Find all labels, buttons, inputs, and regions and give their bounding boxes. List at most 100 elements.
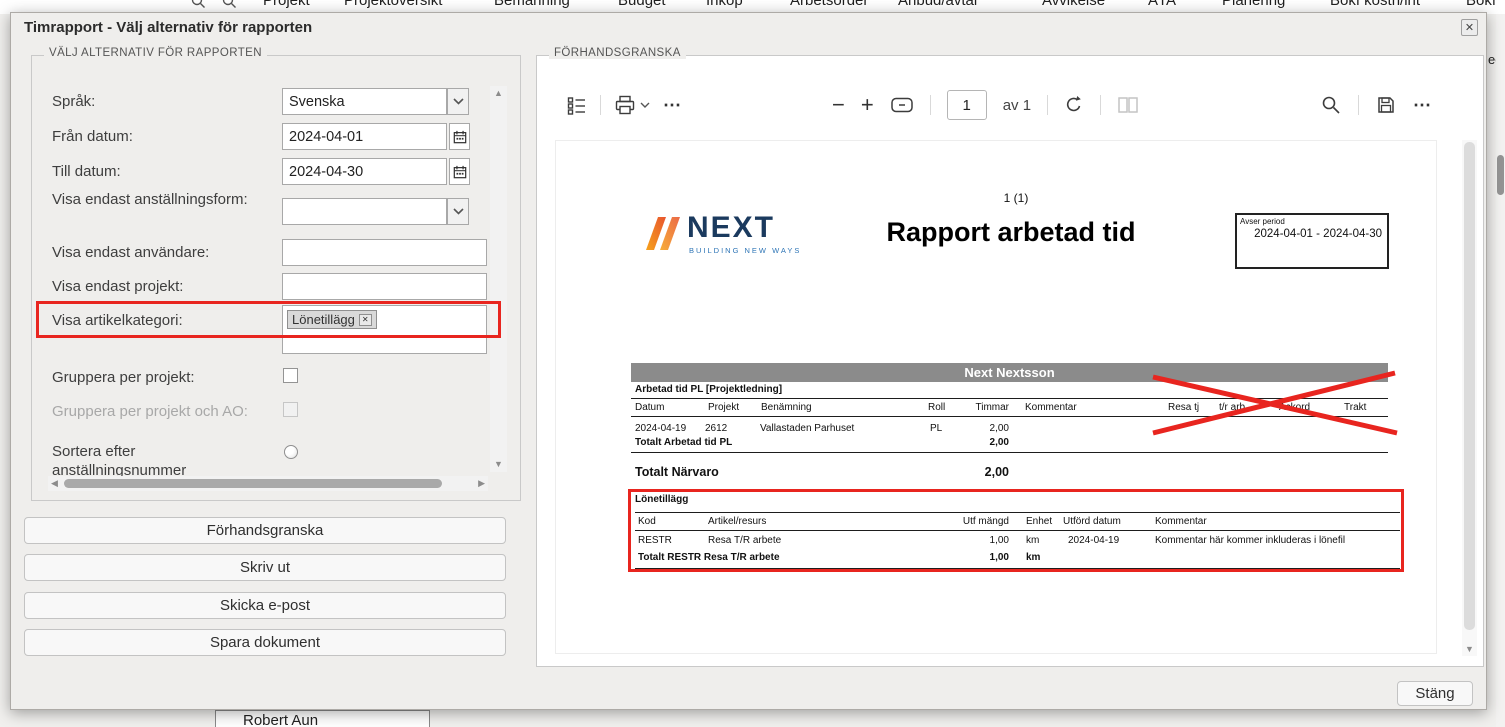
sprak-dropdown-button[interactable] [447, 88, 469, 115]
more-options-icon[interactable]: ⋯ [663, 95, 681, 115]
sortera-radio[interactable] [284, 445, 298, 459]
background-table-cell: Robert Aun [215, 710, 430, 727]
scroll-up-icon[interactable]: ▲ [494, 89, 503, 98]
nav-item-planering[interactable]: Planering [1222, 0, 1285, 9]
col-header: t/r arb [1219, 402, 1245, 413]
scroll-down-icon[interactable]: ▼ [1465, 645, 1474, 654]
table-rule [635, 512, 1400, 513]
options-horizontal-scrollbar[interactable]: ◀ ▶ [48, 476, 488, 491]
nav-item-ata[interactable]: ÄTA [1148, 0, 1176, 9]
nav-item-bokf[interactable]: Bokf [1466, 0, 1496, 9]
screen: Projekt Projektöversikt Bemanning Budget… [0, 0, 1505, 727]
options-vertical-scrollbar[interactable]: ▲ ▼ [490, 86, 507, 472]
preview-scrollbar[interactable]: ▼ [1462, 140, 1477, 656]
fit-width-icon[interactable] [890, 95, 914, 115]
sprak-select[interactable]: Svenska [282, 88, 447, 115]
nav-item-inkop[interactable]: Inköp [706, 0, 743, 9]
col-header: Ackord [1279, 402, 1310, 413]
nav-item-anbud-avtal[interactable]: Anbud/avtal [898, 0, 977, 9]
table-rule [635, 568, 1400, 569]
calendar-icon [453, 165, 467, 179]
artikelkategori-tag[interactable]: Lönetillägg ✕ [287, 310, 377, 329]
skicka-epost-button[interactable]: Skicka e-post [24, 592, 506, 619]
sortera-label: Sortera efter anställningsnummer [52, 442, 257, 480]
toolbar-divider [1100, 95, 1101, 115]
chevron-down-icon [453, 98, 464, 105]
period-label: Avser period [1237, 215, 1387, 226]
col-header: Utförd datum [1063, 516, 1121, 527]
anstallningsform-select[interactable] [282, 198, 447, 225]
print-options-chevron-icon[interactable] [640, 102, 650, 109]
zoom-in-icon[interactable]: + [861, 95, 874, 115]
page-number-input[interactable]: 1 [947, 90, 987, 120]
report-options-group: VÄLJ ALTERNATIV FÖR RAPPORTEN Språk: Sve… [31, 55, 521, 501]
artikelkategori-input[interactable]: Lönetillägg ✕ [282, 305, 487, 354]
rotate-icon[interactable] [1064, 95, 1084, 115]
gruppera-projekt-ao-checkbox [283, 402, 298, 417]
zoom-out-icon[interactable]: − [832, 95, 845, 115]
background-bottom: Robert Aun [0, 710, 1505, 727]
period-value: 2024-04-01 - 2024-04-30 [1237, 226, 1387, 241]
forhandsgranska-button[interactable]: Förhandsgranska [24, 517, 506, 544]
till-datum-input[interactable]: 2024-04-30 [282, 158, 447, 185]
search-icon[interactable] [191, 0, 206, 9]
scroll-left-icon[interactable]: ◀ [51, 479, 58, 488]
fran-datum-label: Från datum: [52, 127, 274, 146]
save-icon[interactable] [1376, 95, 1396, 115]
col-header: Utf mängd [963, 516, 1009, 527]
col-header: Datum [635, 402, 664, 413]
spara-dokument-button[interactable]: Spara dokument [24, 629, 506, 656]
logo-wordmark: NEXT [687, 211, 775, 245]
scrollbar-thumb[interactable] [64, 479, 442, 488]
table-cell: 2,00 [990, 423, 1009, 434]
report-title: Rapport arbetad tid [826, 217, 1196, 248]
logo-tagline: BUILDING NEW WAYS [689, 246, 801, 255]
tag-label: Lönetillägg [292, 312, 355, 327]
page-scrollbar-thumb[interactable] [1497, 155, 1504, 195]
anstallningsform-dropdown-button[interactable] [447, 198, 469, 225]
report-page: 1 (1) NEXT BUILDING NEW WAYS Rapport arb… [555, 140, 1437, 654]
table-rule [631, 452, 1388, 453]
col-header: Enhet [1026, 516, 1052, 527]
close-icon[interactable]: ✕ [1461, 19, 1478, 36]
tag-remove-icon[interactable]: ✕ [359, 314, 372, 326]
table-rule [635, 530, 1400, 531]
nav-item-bemanning[interactable]: Bemanning [494, 0, 570, 9]
projekt-input[interactable] [282, 273, 487, 300]
section-title: Arbetad tid PL [Projektledning] [635, 384, 782, 395]
till-datum-label: Till datum: [52, 162, 274, 181]
nav-item-avvikelse[interactable]: Avvikelse [1042, 0, 1105, 9]
search-icon[interactable] [1321, 95, 1341, 115]
table-cell: 2612 [705, 423, 727, 434]
nav-item-budget[interactable]: Budget [618, 0, 666, 9]
stang-button[interactable]: Stäng [1397, 681, 1473, 706]
dialog-title: Timrapport - Välj alternativ för rapport… [24, 19, 312, 36]
nav-item-arbetsorder[interactable]: Arbetsorder [790, 0, 868, 9]
anstallningsform-label: Visa endast anställningsform: [52, 190, 274, 209]
toolbar-divider [600, 95, 601, 115]
nav-item-bokf-kostn[interactable]: Bokf kostn/int [1330, 0, 1420, 9]
fran-datum-input[interactable]: 2024-04-01 [282, 123, 447, 150]
search-icon[interactable] [222, 0, 237, 9]
thumbnails-icon[interactable] [567, 95, 587, 115]
toolbar-divider [1047, 95, 1048, 115]
preview-scrollbar-thumb[interactable] [1464, 142, 1475, 630]
chevron-down-icon [453, 208, 464, 215]
skriv-ut-button[interactable]: Skriv ut [24, 554, 506, 581]
page-scrollbar[interactable] [1496, 14, 1505, 727]
page-count-label: av 1 [1003, 97, 1031, 114]
fran-datum-calendar-button[interactable] [449, 123, 470, 150]
print-button[interactable] [614, 94, 650, 116]
till-datum-calendar-button[interactable] [449, 158, 470, 185]
anvandare-input[interactable] [282, 239, 487, 266]
print-icon [614, 94, 636, 116]
preview-more-icon[interactable]: ⋯ [1413, 95, 1431, 115]
scroll-right-icon[interactable]: ▶ [478, 479, 485, 488]
nav-item-projekt[interactable]: Projekt [263, 0, 310, 9]
col-header: Kod [638, 516, 656, 527]
gruppera-projekt-checkbox[interactable] [283, 368, 298, 383]
col-header: Benämning [761, 402, 812, 413]
table-rule [631, 416, 1388, 417]
nav-item-projektoversikt[interactable]: Projektöversikt [344, 0, 442, 9]
scroll-down-icon[interactable]: ▼ [494, 460, 503, 469]
